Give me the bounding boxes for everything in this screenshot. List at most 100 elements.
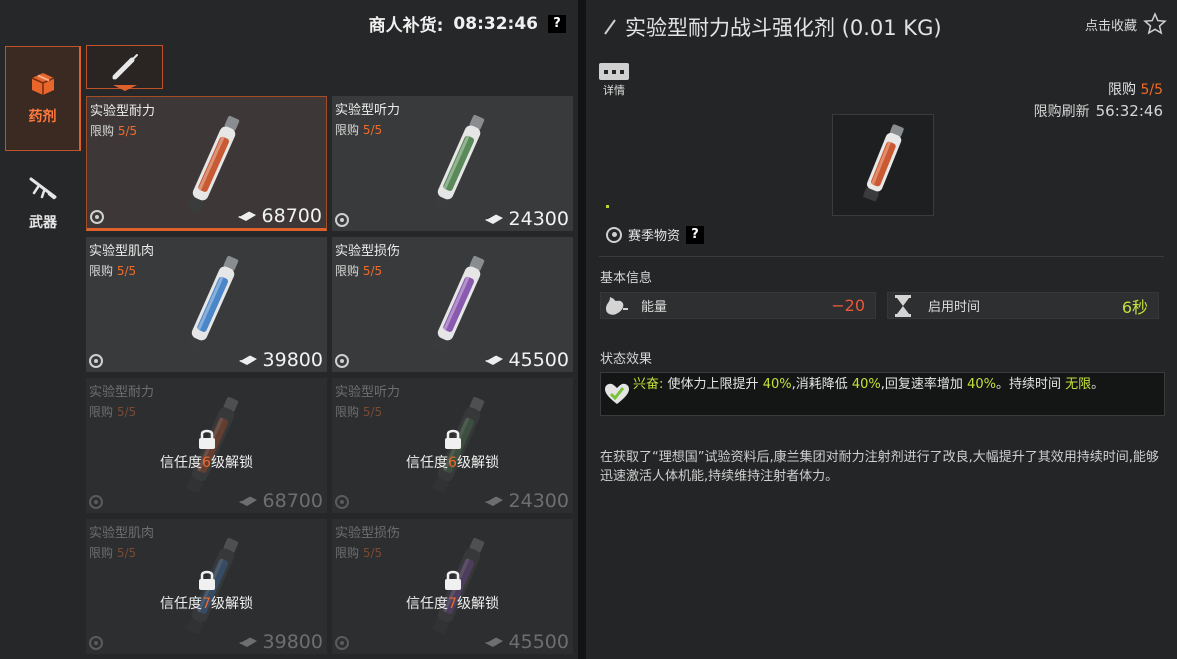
purchase-limit: 限购 5/5 [1108,79,1163,99]
item-preview [832,114,934,216]
stomach-icon [601,293,631,318]
stat-activation-value: 6秒 [1121,297,1148,317]
item-name: 实验型听力 [335,385,401,400]
item-price: 39800 [238,631,323,653]
cash-icon [238,349,258,371]
season-icon [335,354,349,368]
item-price-value: 24300 [508,490,569,512]
trader-panel: 商人补货: 08:32:46 ? 药剂 武器 实验型耐力 限购 5/5 6870… [0,0,578,659]
lock-overlay: 信任度7级解锁 [86,569,327,613]
details-icon [599,63,629,80]
unlock-requirement: 信任度7级解锁 [160,593,253,613]
item-limit-label: 限购 [89,546,114,560]
injector-image [176,249,246,371]
season-icon [89,354,103,368]
item-name: 实验型肌肉 [89,244,155,259]
item-detail-panel: 实验型耐力战斗强化剂 (0.01 KG) 点击收藏 详情 限购 5/5 限购刷新… [586,0,1177,659]
item-description: 在获取了“理想国”试验资料后,康兰集团对耐力注射剂进行了改良,大幅提升了其效用持… [600,450,1159,484]
injector-image [422,108,492,230]
item-price: 45500 [484,349,569,371]
tab-medicine[interactable]: 药剂 [5,46,81,151]
item-card[interactable]: 实验型听力限购 5/5 24300 信任度6级解锁 [332,378,573,513]
season-icon [89,636,103,650]
item-limit: 限购 5/5 [335,403,382,420]
item-card[interactable]: 实验型耐力 限购 5/5 68700 [86,96,327,231]
box-icon [31,72,54,95]
effect-text-4: 。持续时间 [995,377,1061,392]
lock-overlay: 信任度6级解锁 [332,428,573,472]
item-limit-value: 5/5 [116,264,137,278]
lock-icon [444,429,461,449]
item-limit: 限购 5/5 [335,121,382,138]
stat-energy-value: −20 [831,296,865,315]
item-card[interactable]: 实验型听力 限购 5/5 24300 [332,96,573,231]
lock-overlay: 信任度7级解锁 [332,569,573,613]
item-card[interactable]: 实验型耐力 限购 5/5 68700 信任度6级解锁 [86,378,327,513]
item-card[interactable]: 实验型肌肉限购 5/5 39800 信任度7级解锁 [86,519,327,654]
item-limit-label: 限购 [335,546,360,560]
unlock-prefix: 信任度 [160,455,203,471]
item-price-value: 39800 [262,631,323,653]
item-name: 实验型肌肉 [89,526,155,541]
item-card[interactable]: 实验型损伤 限购 5/5 45500 信任度7级解锁 [332,519,573,654]
category-tabs: 药剂 武器 [5,46,81,256]
restock-time: 08:32:46 [453,13,538,34]
status-effect: 兴奋: 使体力上限提升 40%,消耗降低 40%,回复速率增加 40%。持续时间… [600,372,1165,416]
stat-activation-label: 启用时间 [928,300,981,315]
item-limit-value: 5/5 [362,123,383,137]
item-price: 68700 [237,205,322,227]
unlock-level: 7 [448,596,457,612]
season-icon [335,213,349,227]
item-price: 68700 [238,490,323,512]
cash-icon [238,631,258,653]
effect-value-1: 40% [762,377,792,392]
effect-text-1: 使体力上限提升 [667,377,759,392]
effect-text-3: ,回复速率增加 [880,377,963,392]
tab-medicine-label: 药剂 [28,108,57,125]
season-help-icon[interactable]: ? [686,225,705,244]
unlock-requirement: 信任度6级解锁 [406,452,499,472]
unlock-prefix: 信任度 [406,596,449,612]
item-limit-label: 限购 [89,264,114,278]
item-limit-label: 限购 [90,124,115,138]
effects-title: 状态效果 [600,352,653,367]
purchase-limit-value: 5/5 [1140,82,1163,98]
hourglass-icon [888,293,918,318]
item-card[interactable]: 实验型损伤 限购 5/5 45500 [332,237,573,372]
lock-icon [444,570,461,590]
item-limit-value: 5/5 [362,264,383,278]
unlock-level: 6 [448,455,457,471]
item-grid: 实验型耐力 限购 5/5 68700 实验型听力 限购 5/5 24300 实验型肌肉 限购 … [86,96,574,654]
cash-icon [237,205,257,227]
limit-refresh: 限购刷新 56:32:46 [1034,101,1163,121]
panel-divider [578,0,586,659]
subtab-injectors[interactable] [86,45,163,89]
item-limit: 限购 5/5 [89,544,136,561]
season-icon [89,495,103,509]
cash-icon [238,490,258,512]
season-item-tag: 赛季物资 ? [606,225,705,244]
item-limit: 限购 5/5 [90,122,137,139]
favorite-button[interactable]: 点击收藏 [1085,12,1167,36]
unlock-suffix: 级解锁 [210,455,253,471]
item-price: 45500 [484,631,569,653]
effect-value-2: 40% [851,377,881,392]
lock-icon [198,570,215,590]
cash-icon [484,490,504,512]
unlock-prefix: 信任度 [406,455,449,471]
item-price: 39800 [238,349,323,371]
tab-weapons[interactable]: 武器 [5,151,81,256]
item-card[interactable]: 实验型肌肉限购 5/5 39800 [86,237,327,372]
basic-info-title: 基本信息 [600,271,653,286]
season-icon [335,495,349,509]
tab-weapons-label: 武器 [29,214,57,231]
limit-refresh-label: 限购刷新 [1033,104,1090,120]
syringe-icon [111,54,138,80]
status-effect-text: 兴奋: 使体力上限提升 40%,消耗降低 40%,回复速率增加 40%。持续时间… [633,373,1114,394]
details-button[interactable]: 详情 [599,63,629,98]
restock-help-icon[interactable]: ? [548,14,566,33]
item-limit-label: 限购 [89,405,114,419]
indicator-dot [606,205,609,208]
item-limit-value: 5/5 [116,405,137,419]
item-limit: 限购 5/5 [89,262,136,279]
